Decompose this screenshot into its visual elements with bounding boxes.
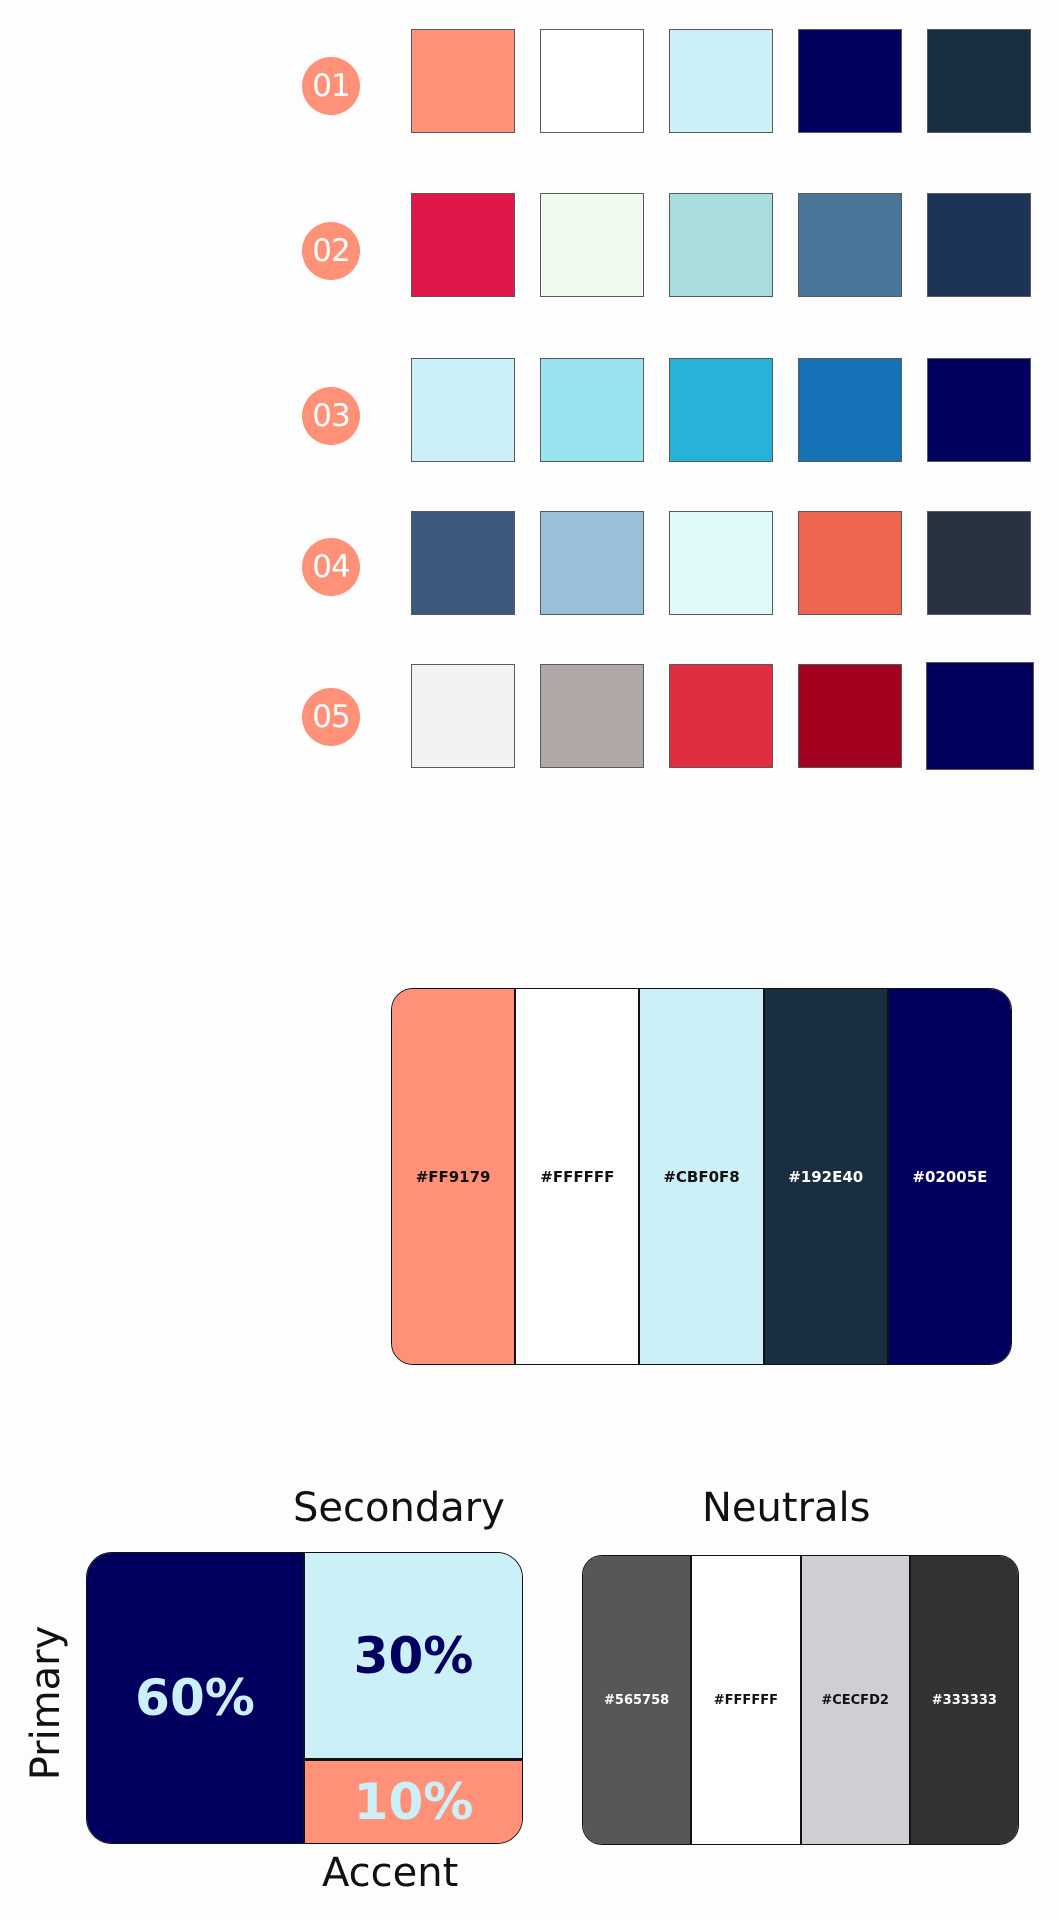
row-badge-label: 03 [312, 398, 350, 434]
row-badge-label: 01 [312, 68, 350, 104]
swatch-5-2 [540, 664, 644, 768]
neutral-column: #CECFD2 [801, 1556, 911, 1844]
secondary-area: 30% [305, 1553, 522, 1761]
swatch-4-5 [927, 511, 1031, 615]
swatch-3-2 [540, 358, 644, 462]
secondary-percent: 30% [353, 1626, 474, 1685]
hex-code: #192E40 [788, 1167, 864, 1186]
neutral-column: #333333 [910, 1556, 1018, 1844]
secondary-title: Secondary [293, 1485, 505, 1531]
swatch-5-3 [669, 664, 773, 768]
accent-title: Accent [322, 1850, 459, 1896]
hex-code: #FFFFFF [713, 1692, 778, 1708]
swatch-2-1 [411, 193, 515, 297]
primary-title: Primary [23, 1625, 69, 1781]
palette-column: #02005E [888, 989, 1011, 1364]
hex-code: #02005E [912, 1167, 988, 1186]
row-badge-05: 05 [302, 688, 360, 746]
hex-code: #FFFFFF [540, 1167, 615, 1186]
swatch-4-4 [798, 511, 902, 615]
row-badge-label: 05 [312, 699, 350, 735]
accent-area: 10% [305, 1761, 522, 1843]
hex-code: #FF9179 [415, 1167, 491, 1186]
primary-percent: 60% [135, 1669, 255, 1727]
ratio-block: 60% 30% 10% [86, 1552, 523, 1844]
swatch-4-1 [411, 511, 515, 615]
row-badge-label: 02 [312, 233, 350, 269]
palette-column: #CBF0F8 [640, 989, 765, 1364]
swatch-3-3 [669, 358, 773, 462]
row-badge-label: 04 [312, 549, 350, 585]
palette-column: #192E40 [764, 989, 889, 1364]
hex-code: #333333 [931, 1692, 997, 1708]
swatch-1-5 [927, 29, 1031, 133]
swatch-3-1 [411, 358, 515, 462]
neutrals-strip: #565758 #FFFFFF #CECFD2 #333333 [582, 1555, 1019, 1845]
accent-percent: 10% [353, 1773, 474, 1831]
swatch-5-5 [926, 662, 1034, 770]
swatch-4-3 [669, 511, 773, 615]
swatch-1-3 [669, 29, 773, 133]
hex-code: #CBF0F8 [663, 1167, 740, 1186]
swatch-3-5 [927, 358, 1031, 462]
hex-code: #CECFD2 [821, 1692, 889, 1708]
swatch-2-5 [927, 193, 1031, 297]
swatch-1-4 [798, 29, 902, 133]
neutral-column: #FFFFFF [692, 1556, 802, 1844]
swatch-3-4 [798, 358, 902, 462]
swatch-5-4 [798, 664, 902, 768]
primary-area: 60% [87, 1553, 305, 1843]
neutrals-title: Neutrals [702, 1485, 871, 1531]
swatch-2-4 [798, 193, 902, 297]
swatch-1-1 [411, 29, 515, 133]
swatch-2-2 [540, 193, 644, 297]
swatch-1-2 [540, 29, 644, 133]
palette-strip: #FF9179 #FFFFFF #CBF0F8 #192E40 #02005E [391, 988, 1012, 1365]
palette-column: #FFFFFF [516, 989, 641, 1364]
swatch-4-2 [540, 511, 644, 615]
swatch-2-3 [669, 193, 773, 297]
row-badge-03: 03 [302, 387, 360, 445]
row-badge-02: 02 [302, 222, 360, 280]
palette-column: #FF9179 [392, 989, 517, 1364]
neutral-column: #565758 [583, 1556, 693, 1844]
row-badge-04: 04 [302, 538, 360, 596]
row-badge-01: 01 [302, 57, 360, 115]
swatch-5-1 [411, 664, 515, 768]
hex-code: #565758 [604, 1692, 670, 1708]
